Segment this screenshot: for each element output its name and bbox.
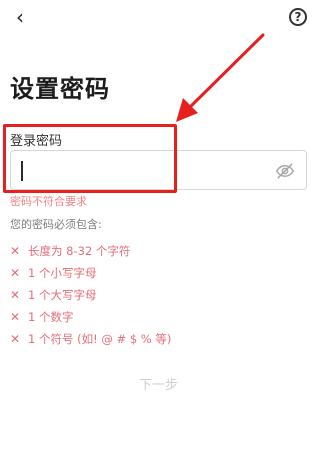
x-icon: ✕	[10, 244, 21, 258]
requirement-text: 1 个数字	[28, 310, 74, 324]
requirement-text: 1 个符号 (如! @ # $ % 等)	[28, 332, 172, 346]
requirements-list: ✕ 长度为 8-32 个字符 ✕ 1 个小写字母 ✕ 1 个大写字母 ✕ 1 个…	[10, 240, 300, 350]
x-icon: ✕	[10, 288, 21, 302]
eye-off-icon[interactable]	[274, 161, 296, 181]
x-icon: ✕	[10, 310, 21, 324]
x-icon: ✕	[10, 332, 21, 346]
requirement-item-number: ✕ 1 个数字	[10, 306, 300, 328]
requirement-item-length: ✕ 长度为 8-32 个字符	[10, 240, 300, 262]
password-input[interactable]	[10, 150, 307, 190]
page-title: 设置密码	[10, 75, 110, 103]
requirement-item-uppercase: ✕ 1 个大写字母	[10, 284, 300, 306]
text-cursor	[21, 161, 23, 181]
requirement-text: 1 个小写字母	[28, 266, 97, 280]
password-label: 登录密码	[10, 134, 63, 149]
requirements-title: 您的密码必须包含:	[10, 218, 102, 231]
help-icon[interactable]: ?	[289, 8, 307, 26]
requirement-item-symbol: ✕ 1 个符号 (如! @ # $ % 等)	[10, 328, 300, 350]
x-icon: ✕	[10, 266, 21, 280]
requirement-text: 长度为 8-32 个字符	[28, 244, 131, 258]
back-icon[interactable]: ‹	[10, 5, 30, 29]
next-button[interactable]: 下一步	[10, 370, 307, 396]
requirement-text: 1 个大写字母	[28, 288, 97, 302]
password-error: 密码不符合要求	[10, 195, 87, 208]
requirement-item-lowercase: ✕ 1 个小写字母	[10, 262, 300, 284]
